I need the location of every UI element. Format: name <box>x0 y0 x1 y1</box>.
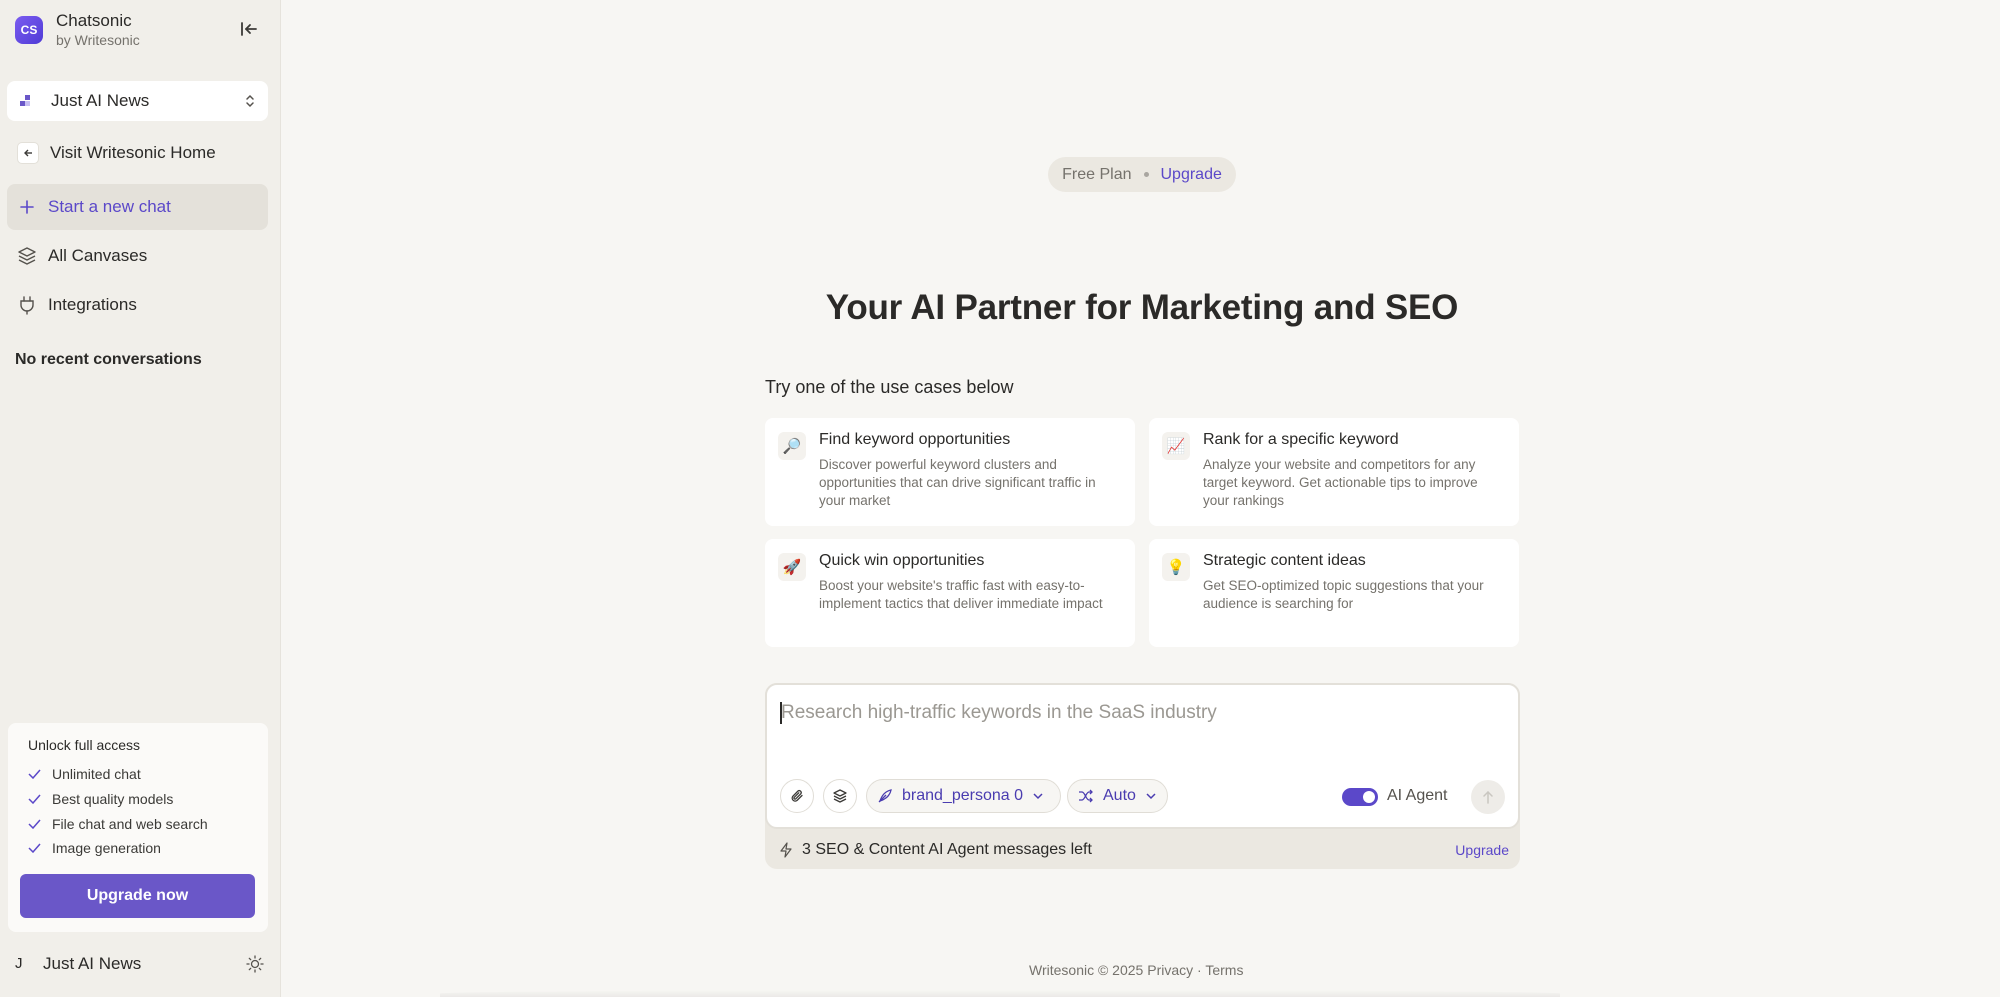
lightning-icon <box>779 842 793 858</box>
brand-subtitle: by Writesonic <box>56 32 140 48</box>
toggle-knob <box>1363 791 1375 803</box>
feature-label: Image generation <box>52 840 161 857</box>
avatar: J <box>15 955 23 972</box>
card-description: Analyze your website and competitors for… <box>1203 457 1478 508</box>
feature-label: Best quality models <box>52 791 174 808</box>
arrow-up-icon <box>1483 790 1493 804</box>
visit-writesonic-home-link[interactable]: Visit Writesonic Home <box>7 130 268 176</box>
feature-item: Best quality models <box>28 787 256 812</box>
persona-label: brand_persona 0 <box>902 787 1023 804</box>
composer: brand_persona 0 Auto AI Agent <box>765 683 1520 829</box>
plan-badge: Free Plan Upgrade <box>1048 157 1236 192</box>
theme-toggle-button[interactable] <box>244 953 266 975</box>
workspace-icon <box>20 95 30 106</box>
user-profile[interactable]: J Just AI News <box>0 946 281 981</box>
arrow-left-icon <box>17 142 39 164</box>
feather-icon <box>877 788 893 804</box>
bottom-shadow <box>440 990 1560 997</box>
terms-link[interactable]: Terms <box>1205 962 1243 978</box>
attach-file-button[interactable] <box>780 779 814 813</box>
ai-agent-label: AI Agent <box>1387 787 1448 804</box>
plug-icon <box>17 295 37 315</box>
footer-separator: · <box>1197 962 1202 978</box>
feature-item: File chat and web search <box>28 811 256 836</box>
workspace-switcher[interactable]: Just AI News <box>7 81 268 121</box>
workspace-name: Just AI News <box>51 91 150 110</box>
check-icon <box>28 843 42 854</box>
layers-icon <box>17 246 37 266</box>
check-icon <box>28 819 42 829</box>
shuffle-icon <box>1078 789 1094 803</box>
ai-agent-toggle[interactable] <box>1342 788 1378 806</box>
unlock-full-access-card: Unlock full access Unlimited chat Best q… <box>8 723 268 932</box>
mode-label: Auto <box>1103 787 1136 804</box>
start-new-chat-button[interactable]: Start a new chat <box>7 184 268 230</box>
magnifier-icon: 🔎 <box>778 432 806 460</box>
card-title: Rank for a specific keyword <box>1203 431 1399 448</box>
send-button[interactable] <box>1471 780 1505 814</box>
upgrade-now-button[interactable]: Upgrade now <box>20 874 255 918</box>
footer: Writesonic © 2025 Privacy · Terms <box>1029 962 1243 978</box>
use-case-card[interactable]: 💡 Strategic content ideas Get SEO-optimi… <box>1149 539 1519 647</box>
composer-container: brand_persona 0 Auto AI Agent <box>765 683 1520 869</box>
brand[interactable]: CS Chatsonic by Writesonic <box>15 10 140 50</box>
copyright-text: Writesonic © 2025 <box>1029 962 1144 978</box>
check-icon <box>28 769 42 780</box>
feature-label: File chat and web search <box>52 815 208 832</box>
chevron-down-icon <box>1032 792 1044 800</box>
sidebar-item-all-canvases[interactable]: All Canvases <box>7 233 268 279</box>
privacy-link[interactable]: Privacy <box>1147 962 1193 978</box>
use-case-card[interactable]: 📈 Rank for a specific keyword Analyze yo… <box>1149 418 1519 526</box>
layers-icon <box>833 789 847 803</box>
chat-input[interactable] <box>781 699 1501 727</box>
canvas-button[interactable] <box>823 779 857 813</box>
card-description: Boost your website's traffic fast with e… <box>819 578 1103 611</box>
feature-item: Unlimited chat <box>28 762 256 787</box>
feature-list: Unlimited chat Best quality models File … <box>28 762 256 861</box>
lightbulb-icon: 💡 <box>1162 553 1190 581</box>
collapse-sidebar-button[interactable] <box>236 17 262 41</box>
unlock-title: Unlock full access <box>28 737 141 753</box>
use-case-card[interactable]: 🚀 Quick win opportunities Boost your web… <box>765 539 1135 647</box>
separator-dot <box>1143 172 1149 177</box>
visit-label: Visit Writesonic Home <box>50 143 216 162</box>
text-caret <box>780 702 782 724</box>
chart-increasing-icon: 📈 <box>1162 432 1190 460</box>
chatsonic-logo: CS <box>15 16 43 44</box>
sidebar-item-integrations[interactable]: Integrations <box>7 282 268 328</box>
check-icon <box>28 794 42 805</box>
use-case-card[interactable]: 🔎 Find keyword opportunities Discover po… <box>765 418 1135 526</box>
quota-text: 3 SEO & Content AI Agent messages left <box>802 841 1092 858</box>
sidebar: CS Chatsonic by Writesonic Just AI News … <box>0 0 281 997</box>
plan-upgrade-link[interactable]: Upgrade <box>1161 166 1222 184</box>
card-title: Strategic content ideas <box>1203 552 1366 569</box>
quota-upgrade-link[interactable]: Upgrade <box>1455 842 1509 858</box>
brand-persona-dropdown[interactable]: brand_persona 0 <box>866 779 1061 813</box>
paperclip-icon <box>791 789 803 802</box>
card-title: Find keyword opportunities <box>819 431 1011 448</box>
plan-label: Free Plan <box>1062 165 1132 183</box>
card-title: Quick win opportunities <box>819 552 985 569</box>
brand-name: Chatsonic <box>56 11 132 30</box>
card-description: Get SEO-optimized topic suggestions that… <box>1203 578 1484 611</box>
collapse-left-icon <box>241 22 257 36</box>
integrations-label: Integrations <box>48 295 137 314</box>
recent-conversations-heading: No recent conversations <box>15 351 202 368</box>
new-chat-label: Start a new chat <box>48 197 171 216</box>
brand-text: Chatsonic by Writesonic <box>56 10 140 50</box>
feature-label: Unlimited chat <box>52 766 141 783</box>
user-name: Just AI News <box>43 953 142 973</box>
card-description: Discover powerful keyword clusters and o… <box>819 457 1096 508</box>
quota-bar: 3 SEO & Content AI Agent messages left U… <box>779 838 1509 862</box>
model-mode-dropdown[interactable]: Auto <box>1067 779 1168 813</box>
use-cases-heading: Try one of the use cases below <box>765 377 1014 397</box>
plus-icon <box>17 197 37 217</box>
sun-icon <box>246 954 264 973</box>
chevron-up-down-icon <box>246 94 254 108</box>
feature-item: Image generation <box>28 836 256 861</box>
rocket-icon: 🚀 <box>778 553 806 581</box>
canvases-label: All Canvases <box>48 246 148 265</box>
page-title: Your AI Partner for Marketing and SEO <box>825 288 1459 327</box>
chevron-down-icon <box>1145 792 1157 800</box>
